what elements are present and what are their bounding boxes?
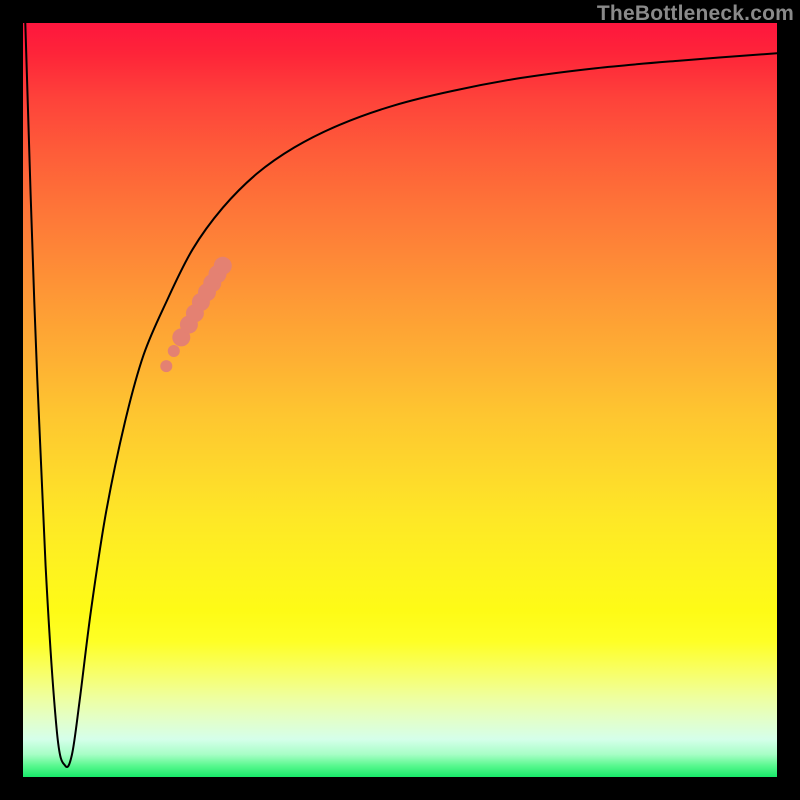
highlight-segment [160,257,232,372]
chart-plot-area [23,23,777,777]
watermark-text: TheBottleneck.com [597,2,794,26]
highlight-dot [160,360,172,372]
chart-svg [23,23,777,777]
chart-frame: TheBottleneck.com [0,0,800,800]
highlight-dot [214,257,232,275]
bottleneck-curve [25,23,777,767]
highlight-dot [168,345,180,357]
